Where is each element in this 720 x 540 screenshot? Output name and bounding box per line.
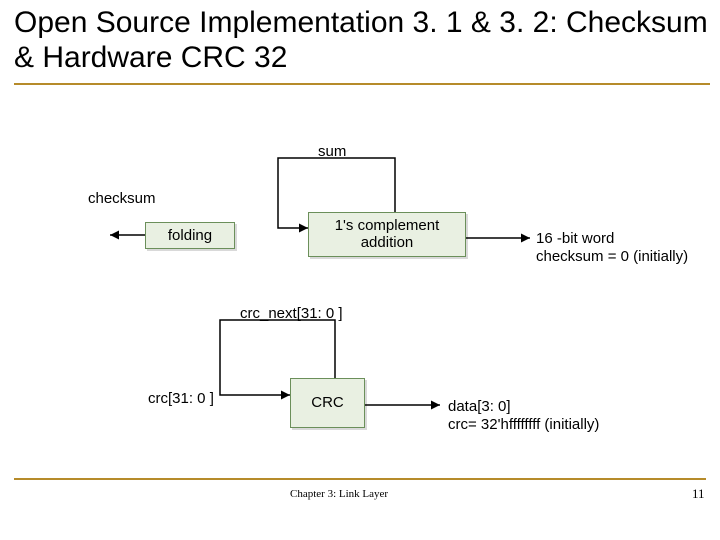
page-number: 11	[692, 486, 705, 502]
label-crc-init: crc= 32'hffffffff (initially)	[448, 416, 599, 433]
label-crc-reg: crc[31: 0 ]	[148, 390, 218, 407]
label-16bit-word: 16 -bit word	[536, 230, 614, 247]
label-checksum-init: checksum = 0 (initially)	[536, 248, 688, 265]
label-checksum: checksum	[88, 190, 156, 207]
box-ones-complement-addition: 1's complement addition	[308, 212, 466, 257]
label-data: data[3: 0]	[448, 398, 511, 415]
box-folding: folding	[145, 222, 235, 249]
label-crc-next: crc_next[31: 0 ]	[240, 305, 360, 322]
footer-underline	[14, 478, 706, 480]
box-crc: CRC	[290, 378, 365, 428]
wires	[0, 0, 720, 540]
footer-text: Chapter 3: Link Layer	[290, 488, 388, 500]
